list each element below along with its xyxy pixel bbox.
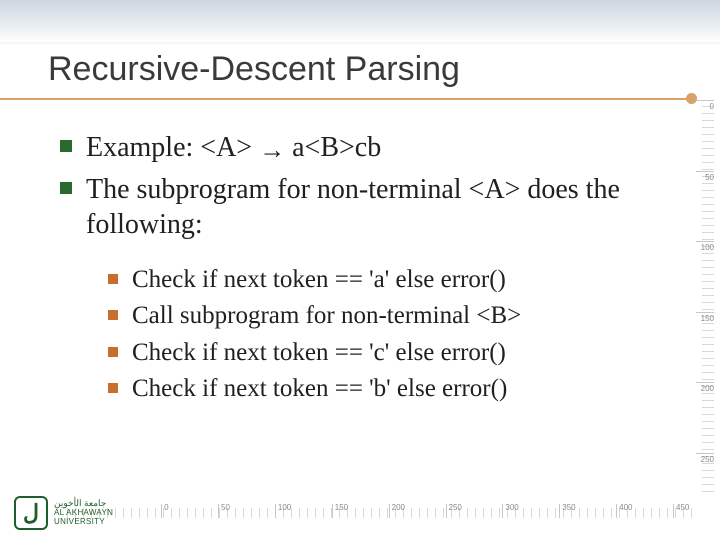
university-logo: ل جامعة الأخوين AL AKHAWAYN UNIVERSITY bbox=[14, 496, 113, 530]
ruler-tick: 200 bbox=[696, 382, 714, 393]
vertical-ruler: 0 50 100 150 200 250 bbox=[692, 100, 714, 492]
ruler-tick: 200 bbox=[389, 504, 405, 518]
ruler-tick: 150 bbox=[696, 312, 714, 323]
logo-mark-icon: ل bbox=[14, 496, 48, 530]
top-decorative-band bbox=[0, 0, 720, 42]
sub-bullet-item: Check if next token == 'b' else error() bbox=[108, 373, 640, 406]
arrow-icon: → bbox=[259, 134, 285, 164]
ruler-tick: 250 bbox=[446, 504, 462, 518]
ruler-tick: 250 bbox=[696, 453, 714, 464]
title-underline bbox=[0, 98, 692, 100]
square-bullet-icon bbox=[108, 383, 118, 393]
square-bullet-icon bbox=[60, 140, 72, 152]
ruler-tick: 0 bbox=[696, 100, 714, 111]
content-area: Example: <A> → a<B>cb The subprogram for… bbox=[60, 130, 640, 410]
bullet-item-2: The subprogram for non-terminal <A> does… bbox=[60, 172, 640, 242]
bullet-item-1: Example: <A> → a<B>cb bbox=[60, 130, 640, 166]
sub-bullet-group: Check if next token == 'a' else error() … bbox=[108, 264, 640, 406]
ruler-tick: 50 bbox=[696, 171, 714, 182]
bullet-text: The subprogram for non-terminal <A> does… bbox=[86, 172, 640, 242]
bullet-text: Example: <A> → a<B>cb bbox=[86, 130, 381, 166]
logo-text-line: UNIVERSITY bbox=[54, 518, 113, 527]
sub-bullet-text: Call subprogram for non-terminal <B> bbox=[132, 300, 521, 333]
ruler-tick: 350 bbox=[559, 504, 575, 518]
ruler-tick: 300 bbox=[502, 504, 518, 518]
square-bullet-icon bbox=[60, 182, 72, 194]
sub-bullet-item: Check if next token == 'c' else error() bbox=[108, 337, 640, 370]
sub-bullet-text: Check if next token == 'b' else error() bbox=[132, 373, 507, 406]
text-fragment: a<B>cb bbox=[285, 132, 381, 163]
ruler-tick: 50 bbox=[218, 504, 230, 518]
ruler-tick: 150 bbox=[332, 504, 348, 518]
logo-text: جامعة الأخوين AL AKHAWAYN UNIVERSITY bbox=[54, 499, 113, 526]
square-bullet-icon bbox=[108, 274, 118, 284]
square-bullet-icon bbox=[108, 310, 118, 320]
square-bullet-icon bbox=[108, 347, 118, 357]
ruler-tick: 400 bbox=[616, 504, 632, 518]
horizontal-ruler: 0 50 100 150 200 250 300 350 400 450 bbox=[60, 500, 692, 518]
slide-title: Recursive-Descent Parsing bbox=[48, 50, 460, 89]
ruler-tick: 450 bbox=[673, 504, 689, 518]
ruler-tick: 0 bbox=[161, 504, 168, 518]
text-fragment: Example: <A> bbox=[86, 132, 259, 163]
ruler-tick: 100 bbox=[696, 241, 714, 252]
sub-bullet-text: Check if next token == 'a' else error() bbox=[132, 264, 506, 297]
ruler-tick: 100 bbox=[275, 504, 291, 518]
logo-glyph: ل bbox=[23, 502, 39, 524]
sub-bullet-text: Check if next token == 'c' else error() bbox=[132, 337, 506, 370]
sub-bullet-item: Call subprogram for non-terminal <B> bbox=[108, 300, 640, 333]
sub-bullet-item: Check if next token == 'a' else error() bbox=[108, 264, 640, 297]
